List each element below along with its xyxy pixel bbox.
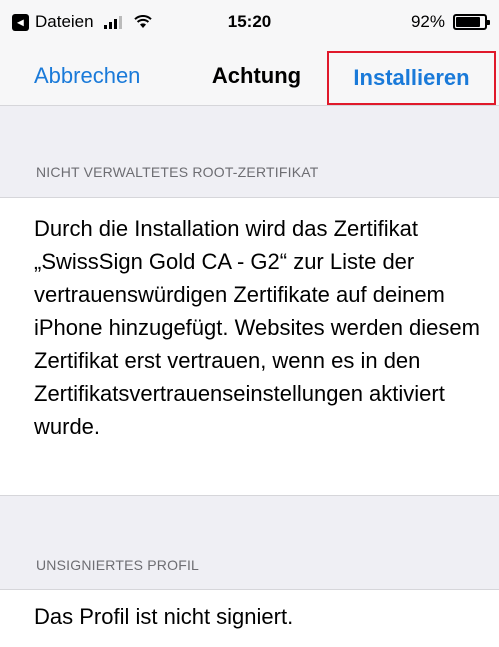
battery-indicator: 92% [410, 12, 490, 32]
navigation-bar: Abbrechen Achtung Installieren [0, 48, 499, 106]
status-bar: ◂ Dateien 15:20 92% [0, 0, 499, 48]
battery-percent: 92% [410, 12, 445, 31]
section-header-unsigned-profile: UNSIGNIERTES PROFIL [36, 557, 200, 573]
section-root-cert: Durch die Installation wird das Zertifik… [0, 197, 499, 496]
section-unsigned-profile: Das Profil ist nicht signiert. [0, 589, 499, 647]
install-button[interactable]: Installieren [327, 51, 496, 105]
page-title-text: Achtung [211, 63, 302, 88]
section-header-root-cert: NICHT VERWALTETES ROOT-ZERTIFIKAT [36, 164, 319, 180]
cancel-button[interactable]: Abbrechen [34, 63, 140, 89]
battery-icon [453, 14, 490, 30]
root-cert-description: Durch die Installation wird das Zertifik… [34, 216, 480, 439]
unsigned-profile-description: Das Profil ist nicht signiert. [34, 604, 294, 629]
